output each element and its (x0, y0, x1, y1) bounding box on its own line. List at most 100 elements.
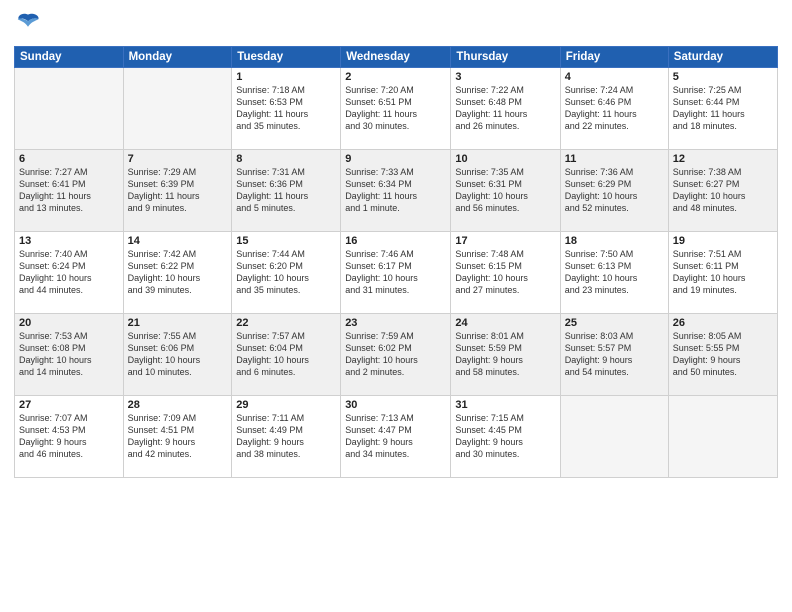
day-number: 2 (345, 71, 446, 83)
calendar-cell: 6Sunrise: 7:27 AM Sunset: 6:41 PM Daylig… (15, 150, 124, 232)
day-info: Sunrise: 7:36 AM Sunset: 6:29 PM Dayligh… (565, 166, 664, 215)
day-number: 5 (673, 71, 773, 83)
weekday-header: Monday (123, 47, 232, 68)
calendar-cell: 14Sunrise: 7:42 AM Sunset: 6:22 PM Dayli… (123, 232, 232, 314)
calendar-cell (15, 68, 124, 150)
day-info: Sunrise: 7:53 AM Sunset: 6:08 PM Dayligh… (19, 330, 119, 379)
calendar-cell: 25Sunrise: 8:03 AM Sunset: 5:57 PM Dayli… (560, 314, 668, 396)
calendar-cell: 27Sunrise: 7:07 AM Sunset: 4:53 PM Dayli… (15, 396, 124, 478)
day-number: 6 (19, 153, 119, 165)
calendar-cell: 31Sunrise: 7:15 AM Sunset: 4:45 PM Dayli… (451, 396, 560, 478)
day-info: Sunrise: 7:46 AM Sunset: 6:17 PM Dayligh… (345, 248, 446, 297)
calendar-week-row: 13Sunrise: 7:40 AM Sunset: 6:24 PM Dayli… (15, 232, 778, 314)
day-info: Sunrise: 7:59 AM Sunset: 6:02 PM Dayligh… (345, 330, 446, 379)
day-info: Sunrise: 7:33 AM Sunset: 6:34 PM Dayligh… (345, 166, 446, 215)
day-number: 23 (345, 317, 446, 329)
page-header (14, 10, 778, 38)
day-info: Sunrise: 7:25 AM Sunset: 6:44 PM Dayligh… (673, 84, 773, 133)
day-number: 20 (19, 317, 119, 329)
day-info: Sunrise: 7:50 AM Sunset: 6:13 PM Dayligh… (565, 248, 664, 297)
day-number: 4 (565, 71, 664, 83)
day-info: Sunrise: 7:22 AM Sunset: 6:48 PM Dayligh… (455, 84, 555, 133)
day-info: Sunrise: 7:35 AM Sunset: 6:31 PM Dayligh… (455, 166, 555, 215)
day-info: Sunrise: 7:27 AM Sunset: 6:41 PM Dayligh… (19, 166, 119, 215)
calendar-header-row: SundayMondayTuesdayWednesdayThursdayFrid… (15, 47, 778, 68)
calendar-cell: 8Sunrise: 7:31 AM Sunset: 6:36 PM Daylig… (232, 150, 341, 232)
calendar-cell: 20Sunrise: 7:53 AM Sunset: 6:08 PM Dayli… (15, 314, 124, 396)
day-number: 10 (455, 153, 555, 165)
weekday-header: Tuesday (232, 47, 341, 68)
calendar-cell: 13Sunrise: 7:40 AM Sunset: 6:24 PM Dayli… (15, 232, 124, 314)
calendar-cell: 2Sunrise: 7:20 AM Sunset: 6:51 PM Daylig… (341, 68, 451, 150)
day-number: 9 (345, 153, 446, 165)
calendar-cell: 26Sunrise: 8:05 AM Sunset: 5:55 PM Dayli… (668, 314, 777, 396)
day-number: 26 (673, 317, 773, 329)
calendar-cell (123, 68, 232, 150)
calendar-cell: 10Sunrise: 7:35 AM Sunset: 6:31 PM Dayli… (451, 150, 560, 232)
calendar-cell: 17Sunrise: 7:48 AM Sunset: 6:15 PM Dayli… (451, 232, 560, 314)
day-info: Sunrise: 7:13 AM Sunset: 4:47 PM Dayligh… (345, 412, 446, 461)
day-info: Sunrise: 7:48 AM Sunset: 6:15 PM Dayligh… (455, 248, 555, 297)
day-info: Sunrise: 7:51 AM Sunset: 6:11 PM Dayligh… (673, 248, 773, 297)
day-number: 1 (236, 71, 336, 83)
logo (14, 10, 46, 38)
day-info: Sunrise: 7:38 AM Sunset: 6:27 PM Dayligh… (673, 166, 773, 215)
day-info: Sunrise: 8:03 AM Sunset: 5:57 PM Dayligh… (565, 330, 664, 379)
day-info: Sunrise: 8:01 AM Sunset: 5:59 PM Dayligh… (455, 330, 555, 379)
calendar-week-row: 27Sunrise: 7:07 AM Sunset: 4:53 PM Dayli… (15, 396, 778, 478)
day-info: Sunrise: 7:40 AM Sunset: 6:24 PM Dayligh… (19, 248, 119, 297)
day-info: Sunrise: 7:57 AM Sunset: 6:04 PM Dayligh… (236, 330, 336, 379)
calendar-cell: 11Sunrise: 7:36 AM Sunset: 6:29 PM Dayli… (560, 150, 668, 232)
calendar-cell: 16Sunrise: 7:46 AM Sunset: 6:17 PM Dayli… (341, 232, 451, 314)
day-number: 29 (236, 399, 336, 411)
day-info: Sunrise: 7:11 AM Sunset: 4:49 PM Dayligh… (236, 412, 336, 461)
weekday-header: Friday (560, 47, 668, 68)
day-info: Sunrise: 7:31 AM Sunset: 6:36 PM Dayligh… (236, 166, 336, 215)
day-number: 22 (236, 317, 336, 329)
calendar-cell: 18Sunrise: 7:50 AM Sunset: 6:13 PM Dayli… (560, 232, 668, 314)
calendar-cell: 3Sunrise: 7:22 AM Sunset: 6:48 PM Daylig… (451, 68, 560, 150)
calendar-week-row: 20Sunrise: 7:53 AM Sunset: 6:08 PM Dayli… (15, 314, 778, 396)
day-info: Sunrise: 7:09 AM Sunset: 4:51 PM Dayligh… (128, 412, 228, 461)
calendar-cell: 30Sunrise: 7:13 AM Sunset: 4:47 PM Dayli… (341, 396, 451, 478)
day-number: 31 (455, 399, 555, 411)
day-info: Sunrise: 7:20 AM Sunset: 6:51 PM Dayligh… (345, 84, 446, 133)
day-info: Sunrise: 7:44 AM Sunset: 6:20 PM Dayligh… (236, 248, 336, 297)
calendar-cell: 22Sunrise: 7:57 AM Sunset: 6:04 PM Dayli… (232, 314, 341, 396)
day-number: 16 (345, 235, 446, 247)
calendar-cell: 29Sunrise: 7:11 AM Sunset: 4:49 PM Dayli… (232, 396, 341, 478)
day-number: 18 (565, 235, 664, 247)
calendar-table: SundayMondayTuesdayWednesdayThursdayFrid… (14, 46, 778, 478)
calendar-cell: 15Sunrise: 7:44 AM Sunset: 6:20 PM Dayli… (232, 232, 341, 314)
day-info: Sunrise: 7:15 AM Sunset: 4:45 PM Dayligh… (455, 412, 555, 461)
calendar-cell: 19Sunrise: 7:51 AM Sunset: 6:11 PM Dayli… (668, 232, 777, 314)
day-info: Sunrise: 7:24 AM Sunset: 6:46 PM Dayligh… (565, 84, 664, 133)
calendar-cell: 7Sunrise: 7:29 AM Sunset: 6:39 PM Daylig… (123, 150, 232, 232)
weekday-header: Thursday (451, 47, 560, 68)
weekday-header: Saturday (668, 47, 777, 68)
day-number: 14 (128, 235, 228, 247)
calendar-cell (560, 396, 668, 478)
day-info: Sunrise: 7:55 AM Sunset: 6:06 PM Dayligh… (128, 330, 228, 379)
calendar-week-row: 1Sunrise: 7:18 AM Sunset: 6:53 PM Daylig… (15, 68, 778, 150)
day-number: 27 (19, 399, 119, 411)
day-number: 24 (455, 317, 555, 329)
day-number: 21 (128, 317, 228, 329)
calendar-cell: 12Sunrise: 7:38 AM Sunset: 6:27 PM Dayli… (668, 150, 777, 232)
day-info: Sunrise: 7:42 AM Sunset: 6:22 PM Dayligh… (128, 248, 228, 297)
calendar-cell: 28Sunrise: 7:09 AM Sunset: 4:51 PM Dayli… (123, 396, 232, 478)
day-number: 12 (673, 153, 773, 165)
day-info: Sunrise: 7:07 AM Sunset: 4:53 PM Dayligh… (19, 412, 119, 461)
day-info: Sunrise: 7:18 AM Sunset: 6:53 PM Dayligh… (236, 84, 336, 133)
calendar-cell: 24Sunrise: 8:01 AM Sunset: 5:59 PM Dayli… (451, 314, 560, 396)
weekday-header: Wednesday (341, 47, 451, 68)
day-number: 13 (19, 235, 119, 247)
day-number: 17 (455, 235, 555, 247)
logo-icon (14, 10, 42, 38)
weekday-header: Sunday (15, 47, 124, 68)
day-number: 19 (673, 235, 773, 247)
day-number: 7 (128, 153, 228, 165)
day-number: 8 (236, 153, 336, 165)
day-number: 30 (345, 399, 446, 411)
calendar-cell: 1Sunrise: 7:18 AM Sunset: 6:53 PM Daylig… (232, 68, 341, 150)
